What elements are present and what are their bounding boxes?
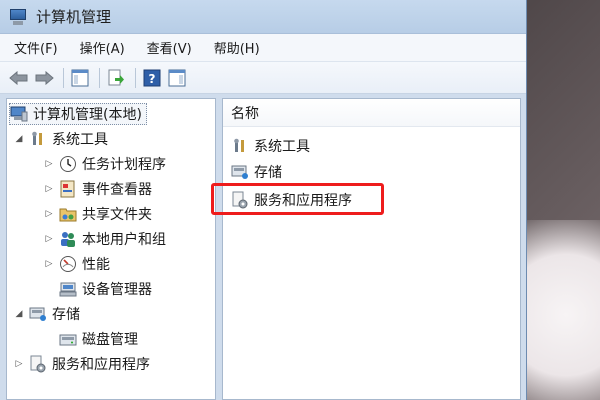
export-list-icon[interactable] (105, 67, 127, 89)
system-tools-icon (231, 137, 249, 155)
tree-item-storage[interactable]: ◢ 存储 (13, 303, 80, 325)
tree-item-local-users[interactable]: ▷ 本地用户和组 (43, 228, 166, 250)
services-apps-icon (29, 355, 47, 373)
tree-item-label: 共享文件夹 (82, 207, 152, 223)
list-item-label: 系统工具 (254, 139, 310, 155)
expanded-triangle-icon[interactable]: ◢ (13, 309, 25, 319)
shared-folder-icon (59, 205, 77, 223)
toolbar: ? (0, 62, 526, 94)
clock-icon (59, 155, 77, 173)
content-area: 计算机管理(本地) ◢ 系统工具 ▷ 任务计划程序 ▷ 事件查看器 ▷ 共享文件… (6, 98, 521, 400)
computer-management-icon (10, 105, 28, 123)
menu-file[interactable]: 文件(F) (10, 36, 62, 59)
collapsed-triangle-icon[interactable]: ▷ (43, 234, 55, 244)
tree-item-task-scheduler[interactable]: ▷ 任务计划程序 (43, 153, 166, 175)
collapsed-triangle-icon[interactable]: ▷ (13, 359, 25, 369)
collapsed-triangle-icon[interactable]: ▷ (43, 184, 55, 194)
tree-item-disk-management[interactable]: 磁盘管理 (59, 328, 138, 350)
tree-item-shared-folders[interactable]: ▷ 共享文件夹 (43, 203, 152, 225)
tree-item-label: 系统工具 (52, 132, 108, 148)
tree-item-services-apps[interactable]: ▷ 服务和应用程序 (13, 353, 150, 375)
performance-icon (59, 255, 77, 273)
toolbar-separator (99, 67, 100, 88)
list-item-storage[interactable]: 存储 (231, 161, 282, 183)
tree-item-label: 计算机管理(本地) (33, 107, 142, 123)
tree-item-label: 任务计划程序 (82, 157, 166, 173)
expanded-triangle-icon[interactable]: ◢ (13, 134, 25, 144)
tree-item-label: 磁盘管理 (82, 332, 138, 348)
system-tools-icon (29, 130, 47, 148)
svg-text:?: ? (149, 72, 156, 86)
collapsed-triangle-icon[interactable]: ▷ (43, 259, 55, 269)
tree-item-event-viewer[interactable]: ▷ 事件查看器 (43, 178, 152, 200)
tree-item-label: 设备管理器 (82, 282, 152, 298)
storage-icon (231, 163, 249, 181)
storage-icon (29, 305, 47, 323)
toolbar-separator (135, 67, 136, 88)
tree-item-label: 存储 (52, 307, 80, 323)
tree-item-label: 本地用户和组 (82, 232, 166, 248)
tree-item-device-manager[interactable]: 设备管理器 (59, 278, 152, 300)
list-item-label: 存储 (254, 165, 282, 181)
device-manager-icon (59, 280, 77, 298)
tree-item-label: 事件查看器 (82, 182, 152, 198)
show-action-pane-icon[interactable] (166, 67, 188, 89)
details-pane: 名称 系统工具 存储 服务和应用程序 (222, 98, 521, 400)
column-header-name[interactable]: 名称 (223, 99, 520, 127)
menu-action[interactable]: 操作(A) (76, 36, 129, 59)
toolbar-separator (63, 67, 64, 88)
menu-view[interactable]: 查看(V) (143, 36, 196, 59)
title-bar[interactable]: 计算机管理 (0, 0, 526, 34)
back-arrow-icon[interactable] (8, 67, 30, 89)
tree-item-computer-management[interactable]: 计算机管理(本地) (9, 103, 147, 125)
red-highlight-annotation (211, 183, 384, 215)
show-hide-console-tree-icon[interactable] (69, 67, 91, 89)
disk-management-icon (59, 330, 77, 348)
list-item-system-tools[interactable]: 系统工具 (231, 135, 310, 157)
event-viewer-icon (59, 180, 77, 198)
console-tree: 计算机管理(本地) ◢ 系统工具 ▷ 任务计划程序 ▷ 事件查看器 ▷ 共享文件… (6, 98, 216, 400)
tree-item-system-tools[interactable]: ◢ 系统工具 (13, 128, 108, 150)
collapsed-triangle-icon[interactable]: ▷ (43, 159, 55, 169)
computer-management-icon (8, 8, 30, 26)
forward-arrow-icon[interactable] (33, 67, 55, 89)
menu-bar: 文件(F) 操作(A) 查看(V) 帮助(H) (0, 34, 526, 62)
users-group-icon (59, 230, 77, 248)
menu-help[interactable]: 帮助(H) (210, 36, 264, 59)
tree-item-label: 性能 (82, 257, 110, 273)
column-header-label: 名称 (231, 105, 259, 122)
window-title: 计算机管理 (36, 8, 112, 26)
help-icon[interactable]: ? (141, 67, 163, 89)
tree-item-label: 服务和应用程序 (52, 357, 150, 373)
tree-item-performance[interactable]: ▷ 性能 (43, 253, 110, 275)
collapsed-triangle-icon[interactable]: ▷ (43, 209, 55, 219)
